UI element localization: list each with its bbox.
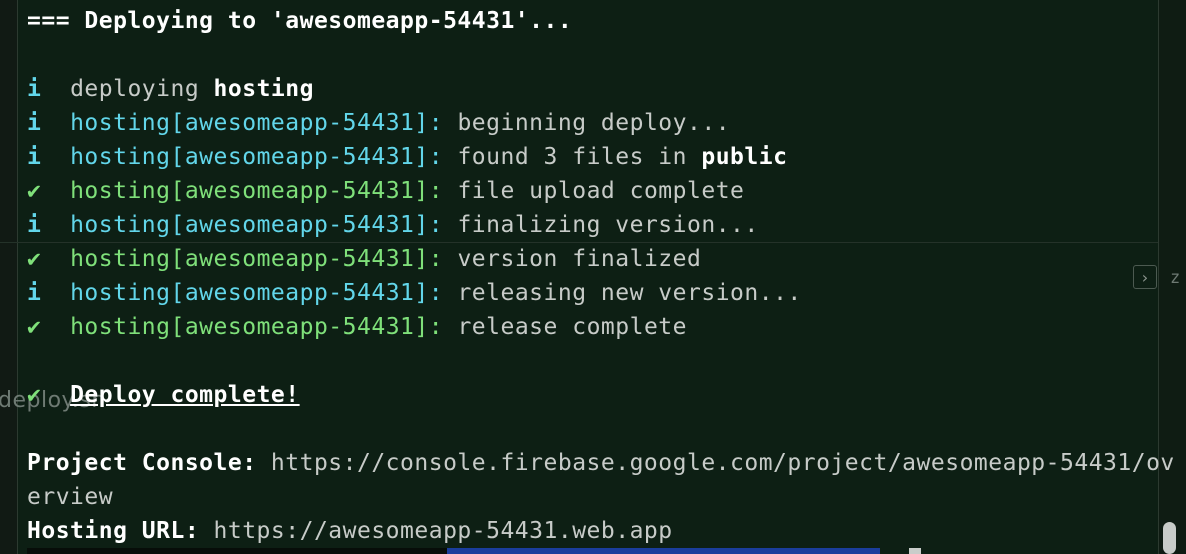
checkmark-icon: ✔ bbox=[27, 178, 42, 204]
log-line: i hosting[awesomeapp-54431]: found 3 fil… bbox=[27, 140, 787, 174]
log-prefix: hosting[awesomeapp-54431]: bbox=[70, 314, 444, 340]
log-line: ✔ hosting[awesomeapp-54431]: file upload… bbox=[27, 174, 744, 208]
info-icon: i bbox=[27, 76, 42, 102]
input-line-background bbox=[27, 548, 447, 554]
terminal-window: deploy.sh › z === Deploying to 'awesomea… bbox=[0, 0, 1186, 554]
log-text: version finalized bbox=[443, 246, 702, 272]
log-line: ✔ hosting[awesomeapp-54431]: version fin… bbox=[27, 242, 701, 276]
scrollbar-thumb[interactable] bbox=[1163, 522, 1176, 554]
background-panel-char: z bbox=[1170, 268, 1181, 288]
log-emphasis: public bbox=[701, 144, 788, 170]
info-icon: i bbox=[27, 212, 42, 238]
log-text: file upload complete bbox=[443, 178, 745, 204]
hosting-url[interactable]: https://awesomeapp-54431.web.app bbox=[199, 518, 673, 544]
terminal-output[interactable]: === Deploying to 'awesomeapp-54431'... i… bbox=[18, 0, 1174, 554]
checkmark-icon: ✔ bbox=[27, 382, 42, 408]
log-text: release complete bbox=[443, 314, 687, 340]
log-prefix: hosting[awesomeapp-54431]: bbox=[70, 212, 444, 238]
log-text: beginning deploy... bbox=[443, 110, 731, 136]
project-console-url[interactable]: https://console.firebase.google.com/proj… bbox=[257, 450, 1175, 476]
deploy-complete-line: ✔ Deploy complete! bbox=[27, 378, 300, 412]
log-prefix: hosting[awesomeapp-54431]: bbox=[70, 144, 444, 170]
log-text: releasing new version... bbox=[443, 280, 802, 306]
log-line: ✔ hosting[awesomeapp-54431]: release com… bbox=[27, 310, 687, 344]
checkmark-icon: ✔ bbox=[27, 314, 42, 340]
project-console-url-wrap[interactable]: erview bbox=[27, 480, 113, 514]
background-editor-left-edge bbox=[0, 0, 18, 554]
log-line: i hosting[awesomeapp-54431]: beginning d… bbox=[27, 106, 730, 140]
project-console-line: Project Console: https://console.firebas… bbox=[27, 446, 1175, 480]
log-prefix: hosting[awesomeapp-54431]: bbox=[70, 110, 444, 136]
project-console-label: Project Console: bbox=[27, 450, 257, 476]
info-icon: i bbox=[27, 144, 42, 170]
info-icon: i bbox=[27, 280, 42, 306]
log-line: i hosting[awesomeapp-54431]: releasing n… bbox=[27, 276, 802, 310]
deploy-complete-text: Deploy complete! bbox=[70, 382, 300, 408]
log-text: deploying bbox=[70, 76, 214, 102]
log-text: found 3 files in bbox=[443, 144, 702, 170]
log-target: hosting bbox=[213, 76, 314, 102]
log-line: i hosting[awesomeapp-54431]: finalizing … bbox=[27, 208, 759, 242]
hosting-url-label: Hosting URL: bbox=[27, 518, 200, 544]
log-text: finalizing version... bbox=[443, 212, 759, 238]
info-icon: i bbox=[27, 110, 42, 136]
terminal-cursor bbox=[909, 548, 921, 554]
log-prefix: hosting[awesomeapp-54431]: bbox=[70, 280, 444, 306]
log-prefix: hosting[awesomeapp-54431]: bbox=[70, 246, 444, 272]
log-line: i deploying hosting bbox=[27, 72, 314, 106]
deploy-header: === Deploying to 'awesomeapp-54431'... bbox=[27, 8, 573, 34]
checkmark-icon: ✔ bbox=[27, 246, 42, 272]
hosting-url-line: Hosting URL: https://awesomeapp-54431.we… bbox=[27, 514, 673, 548]
selection-highlight bbox=[447, 548, 880, 554]
log-prefix: hosting[awesomeapp-54431]: bbox=[70, 178, 444, 204]
